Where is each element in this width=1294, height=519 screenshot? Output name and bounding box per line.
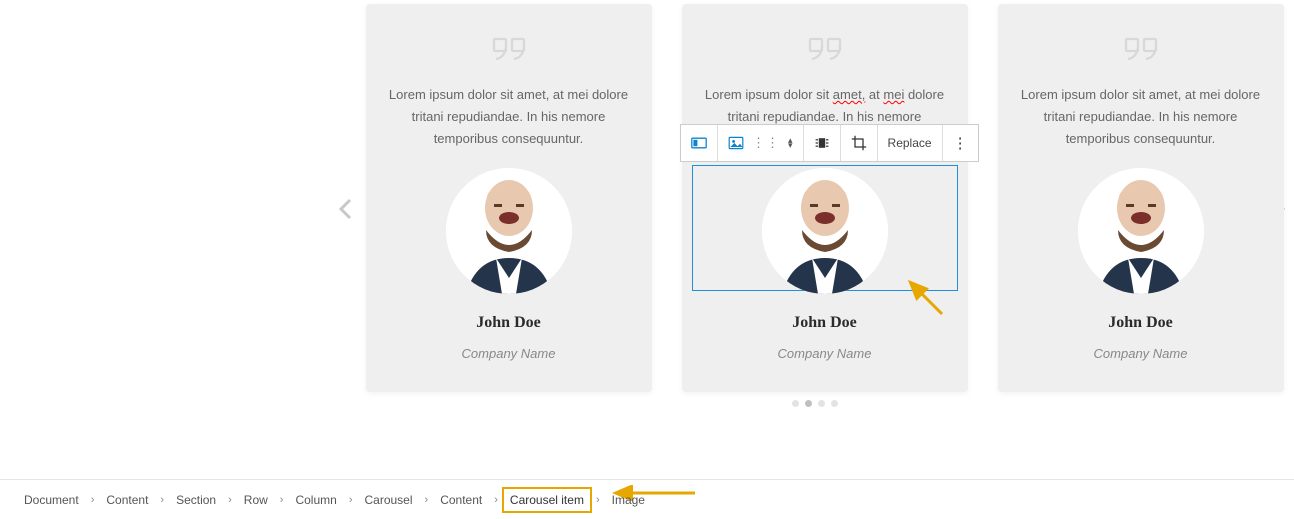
carousel: Lorem ipsum dolor sit amet, at mei dolor… [0, 0, 1294, 392]
breadcrumb: Document›Content›Section›Row›Column›Caro… [0, 479, 1294, 519]
chevron-right-icon: › [596, 494, 600, 506]
carousel-dot[interactable] [792, 400, 799, 407]
chevron-right-icon: › [160, 494, 164, 506]
breadcrumb-item[interactable]: Column [287, 487, 344, 513]
testimonial-company: Company Name [384, 346, 634, 361]
breadcrumb-item[interactable]: Row [236, 487, 276, 513]
testimonial-text: Lorem ipsum dolor sit amet, at mei dolor… [384, 84, 634, 150]
breadcrumb-item[interactable]: Section [168, 487, 224, 513]
toolbar-more-button[interactable]: ⋮ [943, 125, 978, 161]
carousel-dot[interactable] [805, 400, 812, 407]
quote-icon [384, 34, 634, 66]
chevron-right-icon: › [494, 494, 498, 506]
toolbar-image-group[interactable]: ⋮⋮ ▴▾ [718, 125, 804, 161]
quote-icon [1016, 34, 1266, 66]
breadcrumb-item[interactable]: Carousel [357, 487, 421, 513]
replace-label: Replace [888, 136, 932, 150]
breadcrumb-item[interactable]: Content [432, 487, 490, 513]
testimonial-company: Company Name [1016, 346, 1266, 361]
chevron-right-icon: › [91, 494, 95, 506]
avatar-image[interactable] [1078, 168, 1204, 294]
chevron-right-icon: › [280, 494, 284, 506]
testimonial-name: John Doe [384, 314, 634, 332]
chevron-right-icon: › [425, 494, 429, 506]
carousel-item[interactable]: Lorem ipsum dolor sit amet, at mei dolor… [682, 4, 968, 392]
carousel-dot[interactable] [818, 400, 825, 407]
carousel-item[interactable]: Lorem ipsum dolor sit amet, at mei dolor… [366, 4, 652, 392]
quote-icon [700, 34, 950, 66]
drag-handle-icon[interactable]: ⋮⋮ [752, 135, 780, 151]
breadcrumb-item[interactable]: Document [16, 487, 87, 513]
chevron-right-icon: › [228, 494, 232, 506]
carousel-dots [792, 400, 838, 407]
toolbar-replace-button[interactable]: Replace [878, 125, 943, 161]
avatar-wrap [762, 168, 888, 294]
more-icon: ⋮ [953, 134, 968, 152]
breadcrumb-item[interactable]: Content [98, 487, 156, 513]
testimonial-name: John Doe [700, 314, 950, 332]
carousel-dot[interactable] [831, 400, 838, 407]
image-toolbar: ⋮⋮ ▴▾ Replace ⋮ [680, 124, 979, 162]
chevron-right-icon: › [349, 494, 353, 506]
reorder-arrows-icon[interactable]: ▴▾ [788, 138, 793, 149]
carousel-prev-button[interactable] [338, 195, 352, 227]
toolbar-crop-button[interactable] [841, 125, 878, 161]
toolbar-parent-button[interactable] [681, 125, 718, 161]
toolbar-align-button[interactable] [804, 125, 841, 161]
breadcrumb-item[interactable]: Image [604, 487, 653, 513]
breadcrumb-item[interactable]: Carousel item [502, 487, 592, 513]
carousel-track: Lorem ipsum dolor sit amet, at mei dolor… [366, 4, 1284, 392]
image-icon [728, 135, 744, 151]
avatar-wrap [1078, 168, 1204, 294]
testimonial-name: John Doe [1016, 314, 1266, 332]
avatar-image[interactable] [446, 168, 572, 294]
testimonial-text: Lorem ipsum dolor sit amet, at mei dolor… [1016, 84, 1266, 150]
avatar-image[interactable] [762, 168, 888, 294]
carousel-item[interactable]: Lorem ipsum dolor sit amet, at mei dolor… [998, 4, 1284, 392]
avatar-wrap [446, 168, 572, 294]
testimonial-company: Company Name [700, 346, 950, 361]
